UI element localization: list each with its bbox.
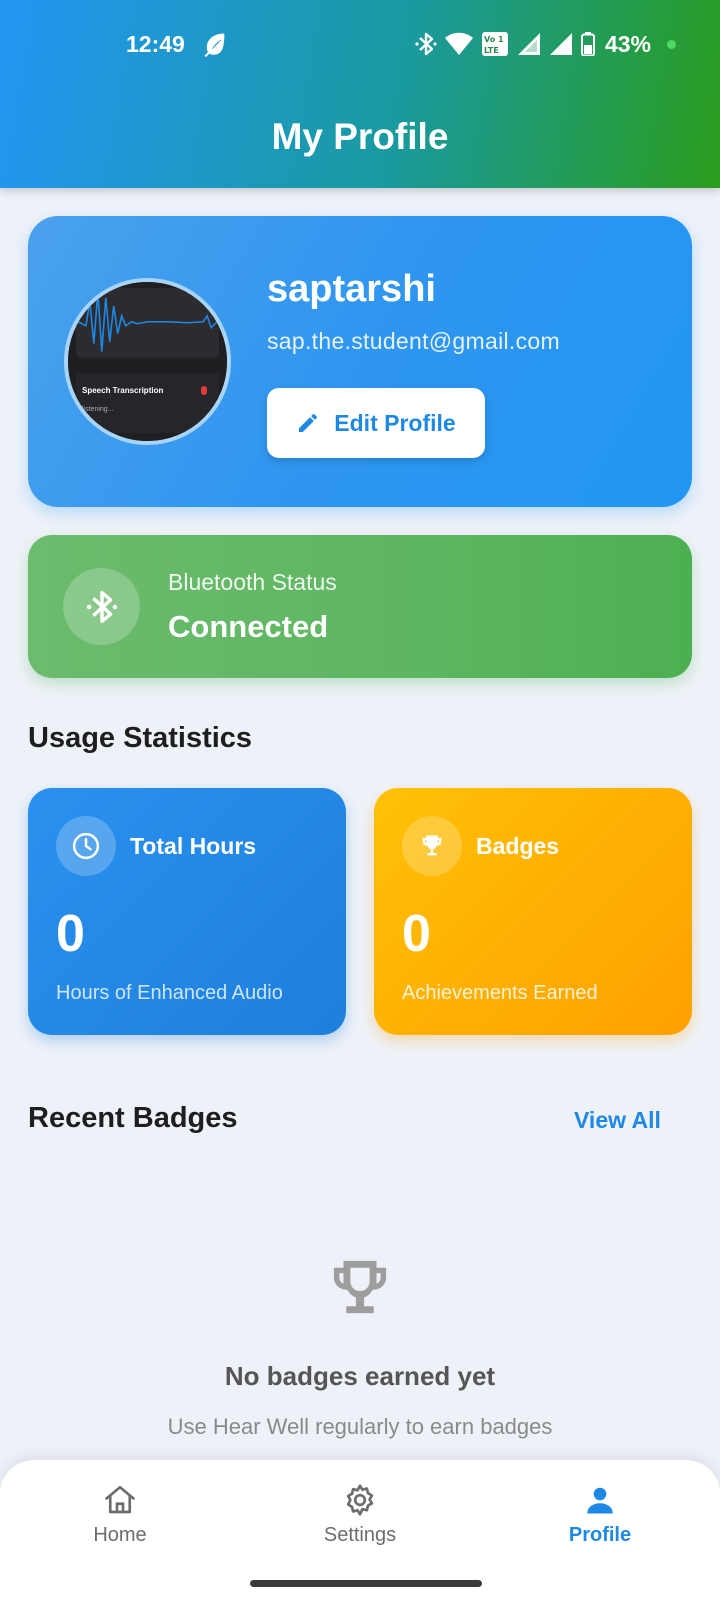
total-hours-label: Total Hours xyxy=(130,833,257,859)
svg-text:1: 1 xyxy=(498,35,504,44)
profile-card: Speech Transcription listening... saptar… xyxy=(28,216,692,507)
badges-label: Badges xyxy=(476,833,560,859)
nav-home[interactable]: Home xyxy=(40,1482,200,1547)
trophy-icon xyxy=(333,1260,387,1314)
edit-profile-button[interactable]: Edit Profile xyxy=(267,388,485,458)
privacy-indicator-dot xyxy=(667,39,676,49)
nav-settings[interactable]: Settings xyxy=(280,1482,440,1547)
home-indicator[interactable] xyxy=(250,1580,482,1587)
profile-name: saptarshi xyxy=(267,268,436,310)
trophy-icon xyxy=(422,835,442,856)
person-icon xyxy=(587,1487,613,1514)
nav-profile-label: Profile xyxy=(568,1524,632,1546)
gear-icon xyxy=(346,1484,374,1516)
trophy-icon-circle xyxy=(402,816,462,876)
badges-card: Badges 0 Achievements Earned xyxy=(374,788,692,1035)
svg-text:Vo: Vo xyxy=(484,35,496,44)
mic-icon xyxy=(201,386,207,395)
total-hours-value: 0 xyxy=(56,905,85,963)
badges-caption: Achievements Earned xyxy=(402,982,598,1004)
empty-badges-title: No badges earned yet xyxy=(224,1361,496,1391)
bottom-navigation: Home Settings Profile xyxy=(0,1460,720,1600)
nav-profile[interactable]: Profile xyxy=(520,1482,680,1547)
avatar-subcaption: listening... xyxy=(82,406,114,413)
badges-value: 0 xyxy=(402,905,431,963)
app-header: 12:49 Vo 1 LTE 43% My Profile xyxy=(0,0,720,188)
bluetooth-icon-circle xyxy=(63,568,140,645)
total-hours-card: Total Hours 0 Hours of Enhanced Audio xyxy=(28,788,346,1035)
battery-percent: 43% xyxy=(604,30,651,57)
signal-icon xyxy=(549,33,572,55)
status-time: 12:49 xyxy=(126,31,185,57)
bluetooth-status-label: Bluetooth Status xyxy=(168,569,337,595)
clock-icon-circle xyxy=(56,816,116,876)
signal-icon xyxy=(517,33,540,55)
avatar-caption: Speech Transcription xyxy=(82,386,164,395)
edit-profile-label: Edit Profile xyxy=(334,409,456,436)
avatar-image xyxy=(68,282,227,441)
bluetooth-icon xyxy=(86,590,117,623)
svg-text:LTE: LTE xyxy=(484,46,499,55)
nav-settings-label: Settings xyxy=(323,1524,397,1546)
leaf-icon xyxy=(204,33,225,58)
bluetooth-status-card[interactable]: Bluetooth Status Connected xyxy=(28,535,692,678)
usage-statistics-title: Usage Statistics xyxy=(28,722,253,754)
bluetooth-icon xyxy=(415,32,437,56)
page-title: My Profile xyxy=(271,116,449,157)
clock-icon xyxy=(72,832,100,860)
pencil-icon xyxy=(299,413,318,432)
nav-home-label: Home xyxy=(93,1524,147,1546)
status-icons: Vo 1 LTE 43% xyxy=(415,30,676,58)
battery-icon xyxy=(580,32,595,56)
total-hours-caption: Hours of Enhanced Audio xyxy=(56,982,283,1004)
home-icon xyxy=(105,1485,135,1514)
avatar[interactable]: Speech Transcription listening... xyxy=(64,278,231,445)
wifi-icon xyxy=(444,32,473,55)
status-bar: 12:49 Vo 1 LTE 43% xyxy=(0,28,720,64)
profile-email: sap.the.student@gmail.com xyxy=(267,328,560,354)
empty-badges-subtitle: Use Hear Well regularly to earn badges xyxy=(167,1414,553,1439)
recent-badges-title: Recent Badges xyxy=(28,1102,238,1134)
view-all-link[interactable]: View All xyxy=(574,1107,661,1134)
volte-icon: Vo 1 LTE xyxy=(481,32,508,56)
bluetooth-status-value: Connected xyxy=(168,609,329,644)
